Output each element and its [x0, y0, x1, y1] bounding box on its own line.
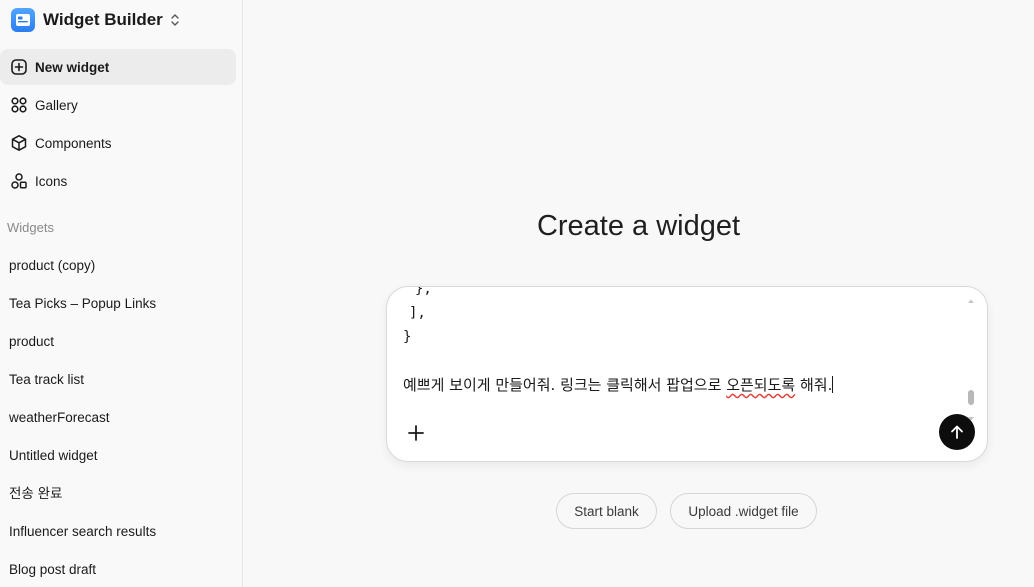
- nav-label: Icons: [35, 173, 68, 189]
- nav-gallery[interactable]: Gallery: [0, 87, 236, 123]
- scroll-down-arrow-icon[interactable]: [967, 407, 975, 421]
- scroll-up-arrow-icon[interactable]: [967, 289, 975, 303]
- prompt-text-part: 예쁘게 보이게 만들어줘. 링크는 클릭해서 팝업으로: [403, 376, 727, 394]
- send-button[interactable]: [939, 414, 975, 450]
- code-line: },: [415, 286, 432, 297]
- prompt-text-part: 해줘.: [795, 376, 833, 394]
- sidebar: Widget Builder New widget Gallery Compon…: [0, 0, 243, 587]
- cube-icon: [10, 134, 28, 152]
- widget-list-item[interactable]: Blog post draft: [9, 558, 96, 580]
- app-title: Widget Builder: [43, 10, 163, 29]
- nav-new-widget[interactable]: New widget: [0, 49, 236, 85]
- chevron-up-down-icon[interactable]: [170, 13, 180, 27]
- add-attachment-button[interactable]: [405, 422, 427, 444]
- plus-square-icon: [10, 58, 28, 76]
- prompt-composer[interactable]: }, ], } 예쁘게 보이게 만들어줘. 링크는 클릭해서 팝업으로 오픈되도…: [386, 286, 988, 462]
- code-line: }: [403, 329, 412, 345]
- nav-components[interactable]: Components: [0, 125, 236, 161]
- arrow-up-icon: [949, 424, 965, 440]
- widget-list-item[interactable]: weatherForecast: [9, 406, 110, 428]
- shapes-icon: [10, 172, 28, 190]
- code-line: ],: [409, 305, 426, 321]
- app-switcher[interactable]: Widget Builder: [11, 7, 180, 33]
- nav-label: Components: [35, 135, 112, 151]
- upload-widget-file-button[interactable]: Upload .widget file: [670, 493, 817, 529]
- widget-list-item[interactable]: product: [9, 330, 54, 352]
- misspelled-word: 오픈되도록: [726, 376, 796, 394]
- nav-label: New widget: [35, 59, 110, 75]
- widget-list-item[interactable]: Tea track list: [9, 368, 84, 390]
- widget-list-item[interactable]: Tea Picks – Popup Links: [9, 292, 156, 314]
- text-caret: [832, 376, 834, 393]
- widget-list-item[interactable]: Influencer search results: [9, 520, 156, 542]
- scrollbar-thumb[interactable]: [968, 390, 974, 405]
- nav-icons[interactable]: Icons: [0, 163, 236, 199]
- grid-circles-icon: [10, 96, 28, 114]
- plus-icon: [407, 424, 425, 442]
- widget-list-item[interactable]: Untitled widget: [9, 444, 98, 466]
- prompt-input[interactable]: 예쁘게 보이게 만들어줘. 링크는 클릭해서 팝업으로 오픈되도록 해줘.: [403, 374, 834, 395]
- nav-label: Gallery: [35, 97, 78, 113]
- page-title: Create a widget: [536, 210, 741, 242]
- start-blank-button[interactable]: Start blank: [556, 493, 657, 529]
- widget-builder-logo-icon: [11, 8, 35, 32]
- widget-list-item[interactable]: product (copy): [9, 254, 95, 276]
- widget-list-item[interactable]: 전송 완료: [9, 481, 62, 503]
- composer-scrollbar[interactable]: [967, 289, 975, 421]
